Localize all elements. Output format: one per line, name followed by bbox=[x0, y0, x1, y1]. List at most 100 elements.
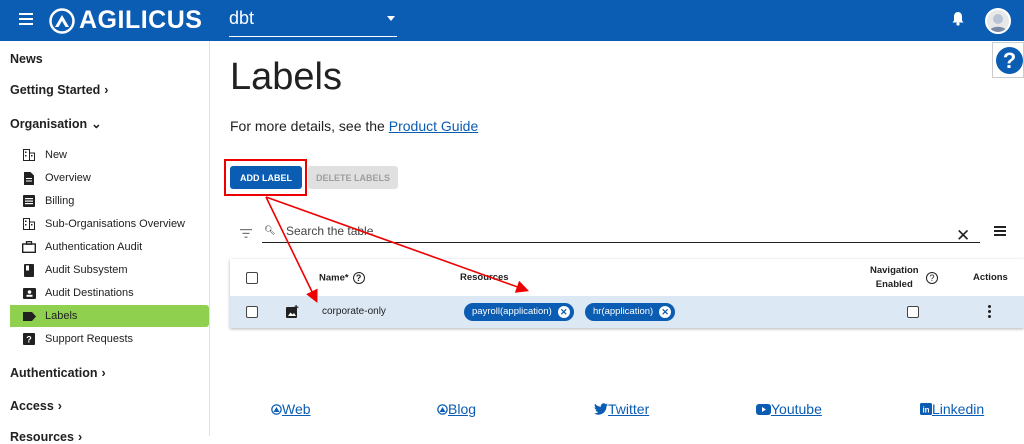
sidebar-section-label: News bbox=[10, 52, 43, 66]
sidebar-section-label: Getting Started bbox=[10, 83, 101, 97]
search-icon: 🔍︎ bbox=[264, 225, 276, 235]
footer-link-linkedin[interactable]: in Linkedin bbox=[920, 401, 984, 417]
help-circle-icon[interactable]: ? bbox=[352, 272, 365, 284]
column-header-navigation-enabled: Navigation Enabled bbox=[870, 264, 919, 292]
column-header-label: Enabled bbox=[875, 279, 913, 290]
footer-link-label: Web bbox=[282, 401, 311, 417]
sidebar-section-organisation[interactable]: Organisation ⌄ bbox=[10, 116, 102, 131]
sidebar-item-label: Support Requests bbox=[45, 333, 134, 345]
search-field[interactable]: 🔍︎ bbox=[262, 221, 980, 243]
chevron-down-icon: ⌄ bbox=[91, 117, 102, 131]
building-icon bbox=[22, 148, 36, 162]
sidebar-item-label: Authentication Audit bbox=[45, 241, 143, 253]
column-header-label: Navigation bbox=[870, 265, 919, 276]
resource-chip[interactable]: payroll(application) ✕ bbox=[464, 303, 574, 321]
agilicus-logo-icon bbox=[437, 403, 448, 415]
column-header-name[interactable]: Name*? bbox=[319, 272, 365, 284]
book-icon bbox=[22, 263, 36, 277]
main-content: Labels For more details, see the Product… bbox=[210, 41, 1024, 436]
sidebar-section-access[interactable]: Access › bbox=[10, 399, 62, 413]
sidebar-item-authentication-audit[interactable]: Authentication Audit bbox=[10, 236, 209, 258]
briefcase-icon bbox=[22, 240, 36, 254]
product-guide-link[interactable]: Product Guide bbox=[389, 118, 479, 134]
sidebar-section-news[interactable]: News bbox=[10, 52, 43, 66]
sidebar-item-new[interactable]: New bbox=[10, 144, 209, 166]
sidebar-section-getting-started[interactable]: Getting Started › bbox=[10, 83, 108, 97]
column-header-resources: Resources bbox=[460, 272, 509, 283]
list-icon bbox=[22, 194, 36, 208]
help-box-icon: ? bbox=[22, 332, 36, 346]
avatar[interactable] bbox=[985, 8, 1011, 34]
label-icon bbox=[22, 309, 36, 323]
help-circle-icon[interactable]: ? bbox=[926, 272, 938, 284]
chevron-right-icon: › bbox=[57, 399, 62, 413]
sidebar-section-label: Access bbox=[10, 399, 54, 413]
footer-link-blog[interactable]: Blog bbox=[437, 401, 476, 417]
resource-chip[interactable]: hr(application) ✕ bbox=[585, 303, 676, 321]
footer-link-youtube[interactable]: Youtube bbox=[756, 401, 822, 417]
footer-link-web[interactable]: Web bbox=[271, 401, 311, 417]
sidebar-item-support-requests[interactable]: ? Support Requests bbox=[10, 328, 209, 350]
delete-labels-button: DELETE LABELS bbox=[308, 166, 398, 189]
agilicus-logo-icon bbox=[271, 403, 282, 415]
contact-icon bbox=[22, 286, 36, 300]
filter-icon bbox=[240, 229, 252, 238]
chip-remove-icon[interactable]: ✕ bbox=[659, 306, 672, 318]
clear-search-icon[interactable]: ✕ bbox=[956, 226, 970, 246]
svg-text:?: ? bbox=[26, 335, 32, 345]
details-prefix: For more details, see the bbox=[230, 118, 389, 134]
sidebar-section-authentication[interactable]: Authentication › bbox=[10, 366, 106, 380]
footer-link-label: Youtube bbox=[771, 401, 822, 417]
linkedin-icon: in bbox=[920, 403, 932, 415]
brand-name: AGILICUS bbox=[79, 6, 203, 34]
resource-chip-label: hr(application) bbox=[593, 306, 654, 317]
sidebar-item-sub-organisations-overview[interactable]: Sub-Organisations Overview bbox=[10, 213, 209, 235]
top-app-bar: AGILICUS dbt bbox=[0, 0, 1024, 41]
caret-down-icon bbox=[387, 16, 395, 21]
sidebar-item-billing[interactable]: Billing bbox=[10, 190, 209, 212]
footer-link-label: Blog bbox=[448, 401, 477, 417]
sidebar-item-label: New bbox=[45, 149, 68, 161]
select-all-checkbox[interactable] bbox=[246, 272, 258, 284]
more-actions-icon[interactable] bbox=[988, 305, 992, 320]
product-guide-text: For more details, see the Product Guide bbox=[230, 118, 478, 134]
add-photo-icon[interactable] bbox=[286, 305, 299, 318]
organisation-selector[interactable]: dbt bbox=[229, 6, 397, 37]
sidebar-section-label: Organisation bbox=[10, 117, 88, 131]
sidebar-item-audit-destinations[interactable]: Audit Destinations bbox=[10, 282, 209, 304]
user-avatar-icon bbox=[989, 14, 1007, 32]
label-name-cell[interactable]: corporate-only bbox=[322, 306, 386, 317]
sidebar-item-label: Overview bbox=[45, 172, 91, 184]
sidebar: News Getting Started › Organisation ⌄ New … bbox=[0, 41, 210, 444]
svg-text:in: in bbox=[922, 406, 929, 415]
sidebar-item-label: Labels bbox=[45, 310, 78, 322]
sidebar-section-resources[interactable]: Resources › bbox=[10, 430, 82, 444]
menu-icon[interactable] bbox=[19, 13, 33, 25]
agilicus-logo[interactable]: AGILICUS bbox=[49, 6, 202, 35]
chevron-right-icon: › bbox=[104, 83, 109, 97]
footer-link-label: Twitter bbox=[608, 401, 650, 417]
table-header: Name*? Resources Navigation Enabled ? Ac… bbox=[230, 259, 1024, 296]
resource-chip-label: payroll(application) bbox=[472, 306, 552, 317]
chevron-right-icon: › bbox=[77, 430, 83, 444]
chip-remove-icon[interactable]: ✕ bbox=[557, 306, 570, 318]
sidebar-item-overview[interactable]: Overview bbox=[10, 167, 209, 189]
bell-icon[interactable] bbox=[952, 11, 964, 26]
table-row[interactable]: corporate-only payroll(application) ✕ hr(… bbox=[230, 296, 1024, 328]
sidebar-item-label: Audit Subsystem bbox=[45, 264, 128, 276]
footer-link-twitter[interactable]: Twitter bbox=[594, 401, 649, 417]
navigation-enabled-checkbox[interactable] bbox=[907, 306, 919, 318]
twitter-icon bbox=[594, 403, 608, 415]
labels-table: Name*? Resources Navigation Enabled ? Ac… bbox=[230, 259, 1024, 328]
column-header-label: Name* bbox=[319, 272, 349, 284]
footer-link-label: Linkedin bbox=[932, 401, 985, 417]
sidebar-item-labels[interactable]: Labels bbox=[10, 305, 209, 327]
add-label-button[interactable]: ADD LABEL bbox=[230, 166, 302, 189]
row-checkbox[interactable] bbox=[246, 306, 258, 318]
chevron-right-icon: › bbox=[101, 366, 106, 380]
column-menu-icon[interactable] bbox=[994, 226, 1006, 238]
sidebar-item-audit-subsystem[interactable]: Audit Subsystem bbox=[10, 259, 209, 281]
agilicus-logo-icon bbox=[49, 7, 75, 34]
sidebar-section-label: Authentication bbox=[10, 366, 98, 380]
search-input[interactable] bbox=[286, 224, 946, 238]
